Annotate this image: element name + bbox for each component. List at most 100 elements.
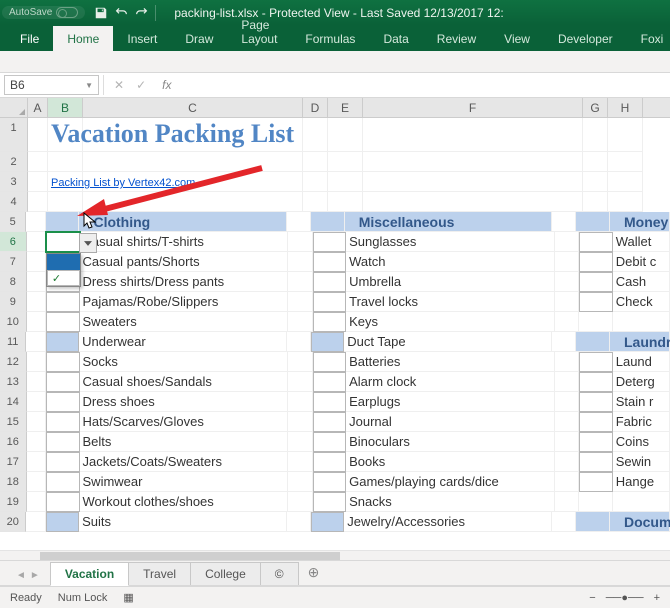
cell[interactable] xyxy=(27,352,46,372)
row-header[interactable]: 1 xyxy=(0,118,28,152)
checkbox-cell[interactable] xyxy=(46,472,80,492)
section-header[interactable]: Miscellaneous xyxy=(345,212,552,232)
cell[interactable] xyxy=(583,172,608,192)
cancel-icon[interactable]: ✕ xyxy=(114,78,124,92)
cell[interactable]: Vacation Packing List xyxy=(48,118,83,152)
cell[interactable] xyxy=(608,192,643,212)
autosave-toggle[interactable]: AutoSave xyxy=(2,6,85,19)
sheet-tab[interactable]: Travel xyxy=(128,562,191,585)
cell[interactable] xyxy=(287,212,311,232)
cell[interactable] xyxy=(555,472,579,492)
list-item[interactable]: Alarm clock xyxy=(346,372,555,392)
checkbox-cell[interactable] xyxy=(579,392,613,412)
checkbox-cell[interactable] xyxy=(579,452,613,472)
col-header[interactable]: D xyxy=(303,98,328,117)
cell[interactable] xyxy=(363,152,583,172)
cell[interactable] xyxy=(555,272,579,292)
cell[interactable] xyxy=(27,252,46,272)
dropdown-item[interactable] xyxy=(47,254,80,270)
prev-sheet-icon[interactable]: ◄ xyxy=(16,570,26,581)
checkbox-cell[interactable] xyxy=(579,272,613,292)
cell[interactable] xyxy=(363,118,583,152)
section-header[interactable]: Money xyxy=(610,212,670,232)
cell[interactable] xyxy=(555,492,579,512)
cell[interactable] xyxy=(555,352,579,372)
row-header[interactable]: 20 xyxy=(0,512,26,532)
list-item[interactable]: Casual shirts/T-shirts xyxy=(80,232,289,252)
enter-icon[interactable]: ✓ xyxy=(136,78,146,92)
checkbox-cell[interactable] xyxy=(313,272,347,292)
cell[interactable] xyxy=(48,192,83,212)
checkbox-cell[interactable] xyxy=(313,412,347,432)
checkbox-cell[interactable] xyxy=(46,312,80,332)
col-header[interactable]: E xyxy=(328,98,363,117)
cell[interactable] xyxy=(83,152,303,172)
cell[interactable] xyxy=(583,192,608,212)
checkbox-cell[interactable] xyxy=(313,392,347,412)
cell[interactable] xyxy=(28,118,48,152)
cell[interactable] xyxy=(287,332,311,352)
checkbox-cell[interactable] xyxy=(579,372,613,392)
tab-formulas[interactable]: Formulas xyxy=(291,26,369,51)
worksheet-area[interactable]: A B C D E F G H 1Vacation Packing List23… xyxy=(0,98,670,550)
cell[interactable] xyxy=(27,272,46,292)
list-item[interactable]: Earplugs xyxy=(346,392,555,412)
list-item[interactable]: Journal xyxy=(346,412,555,432)
save-icon[interactable] xyxy=(91,3,111,23)
cell[interactable] xyxy=(27,452,46,472)
cell[interactable] xyxy=(552,332,576,352)
col-header[interactable]: F xyxy=(363,98,583,117)
checkbox-cell[interactable] xyxy=(46,392,80,412)
cell[interactable] xyxy=(328,192,363,212)
checkbox-cell[interactable] xyxy=(313,372,347,392)
checkbox-cell[interactable] xyxy=(579,232,613,252)
list-item[interactable]: Socks xyxy=(80,352,289,372)
checkbox-cell[interactable] xyxy=(313,232,347,252)
cell[interactable] xyxy=(83,192,303,212)
row-header[interactable]: 11 xyxy=(0,332,26,352)
row-header[interactable]: 7 xyxy=(0,252,27,272)
col-header[interactable]: B xyxy=(48,98,83,117)
checkbox-cell[interactable] xyxy=(46,412,80,432)
checkbox-cell[interactable] xyxy=(313,452,347,472)
list-item[interactable]: Sweaters xyxy=(80,312,289,332)
tab-file[interactable]: File xyxy=(6,26,53,51)
list-item[interactable]: Snacks xyxy=(346,492,555,512)
cell[interactable] xyxy=(83,118,303,152)
row-header[interactable]: 8 xyxy=(0,272,27,292)
cell[interactable] xyxy=(555,292,579,312)
cell[interactable] xyxy=(303,118,328,152)
cell[interactable] xyxy=(26,212,45,232)
list-item[interactable]: Binoculars xyxy=(346,432,555,452)
row-header[interactable]: 18 xyxy=(0,472,27,492)
cell[interactable] xyxy=(26,332,45,352)
row-header[interactable]: 2 xyxy=(0,152,28,172)
list-item[interactable]: Debit c xyxy=(613,252,670,272)
cell[interactable] xyxy=(83,172,303,192)
cell[interactable] xyxy=(26,512,45,532)
row-header[interactable]: 14 xyxy=(0,392,27,412)
cell[interactable] xyxy=(555,232,579,252)
checkbox-cell[interactable] xyxy=(313,312,347,332)
cell[interactable] xyxy=(555,372,579,392)
list-item[interactable]: Deterg xyxy=(613,372,670,392)
list-item[interactable]: Swimwear xyxy=(80,472,289,492)
cell[interactable] xyxy=(555,412,579,432)
cell[interactable] xyxy=(608,152,643,172)
cell[interactable] xyxy=(48,152,83,172)
checkbox-cell[interactable] xyxy=(579,432,613,452)
list-item[interactable]: Sewin xyxy=(613,452,670,472)
list-item[interactable]: Dress shoes xyxy=(80,392,289,412)
list-item[interactable]: Jackets/Coats/Sweaters xyxy=(80,452,289,472)
cell[interactable] xyxy=(288,372,312,392)
cell[interactable] xyxy=(555,452,579,472)
list-item[interactable]: Casual shoes/Sandals xyxy=(80,372,289,392)
cell[interactable] xyxy=(27,372,46,392)
row-header[interactable]: 13 xyxy=(0,372,27,392)
row-header[interactable]: 17 xyxy=(0,452,27,472)
col-header[interactable]: A xyxy=(28,98,48,117)
col-header[interactable]: G xyxy=(583,98,608,117)
cell[interactable] xyxy=(27,492,46,512)
cell[interactable] xyxy=(552,212,576,232)
list-item[interactable]: Hange xyxy=(613,472,670,492)
